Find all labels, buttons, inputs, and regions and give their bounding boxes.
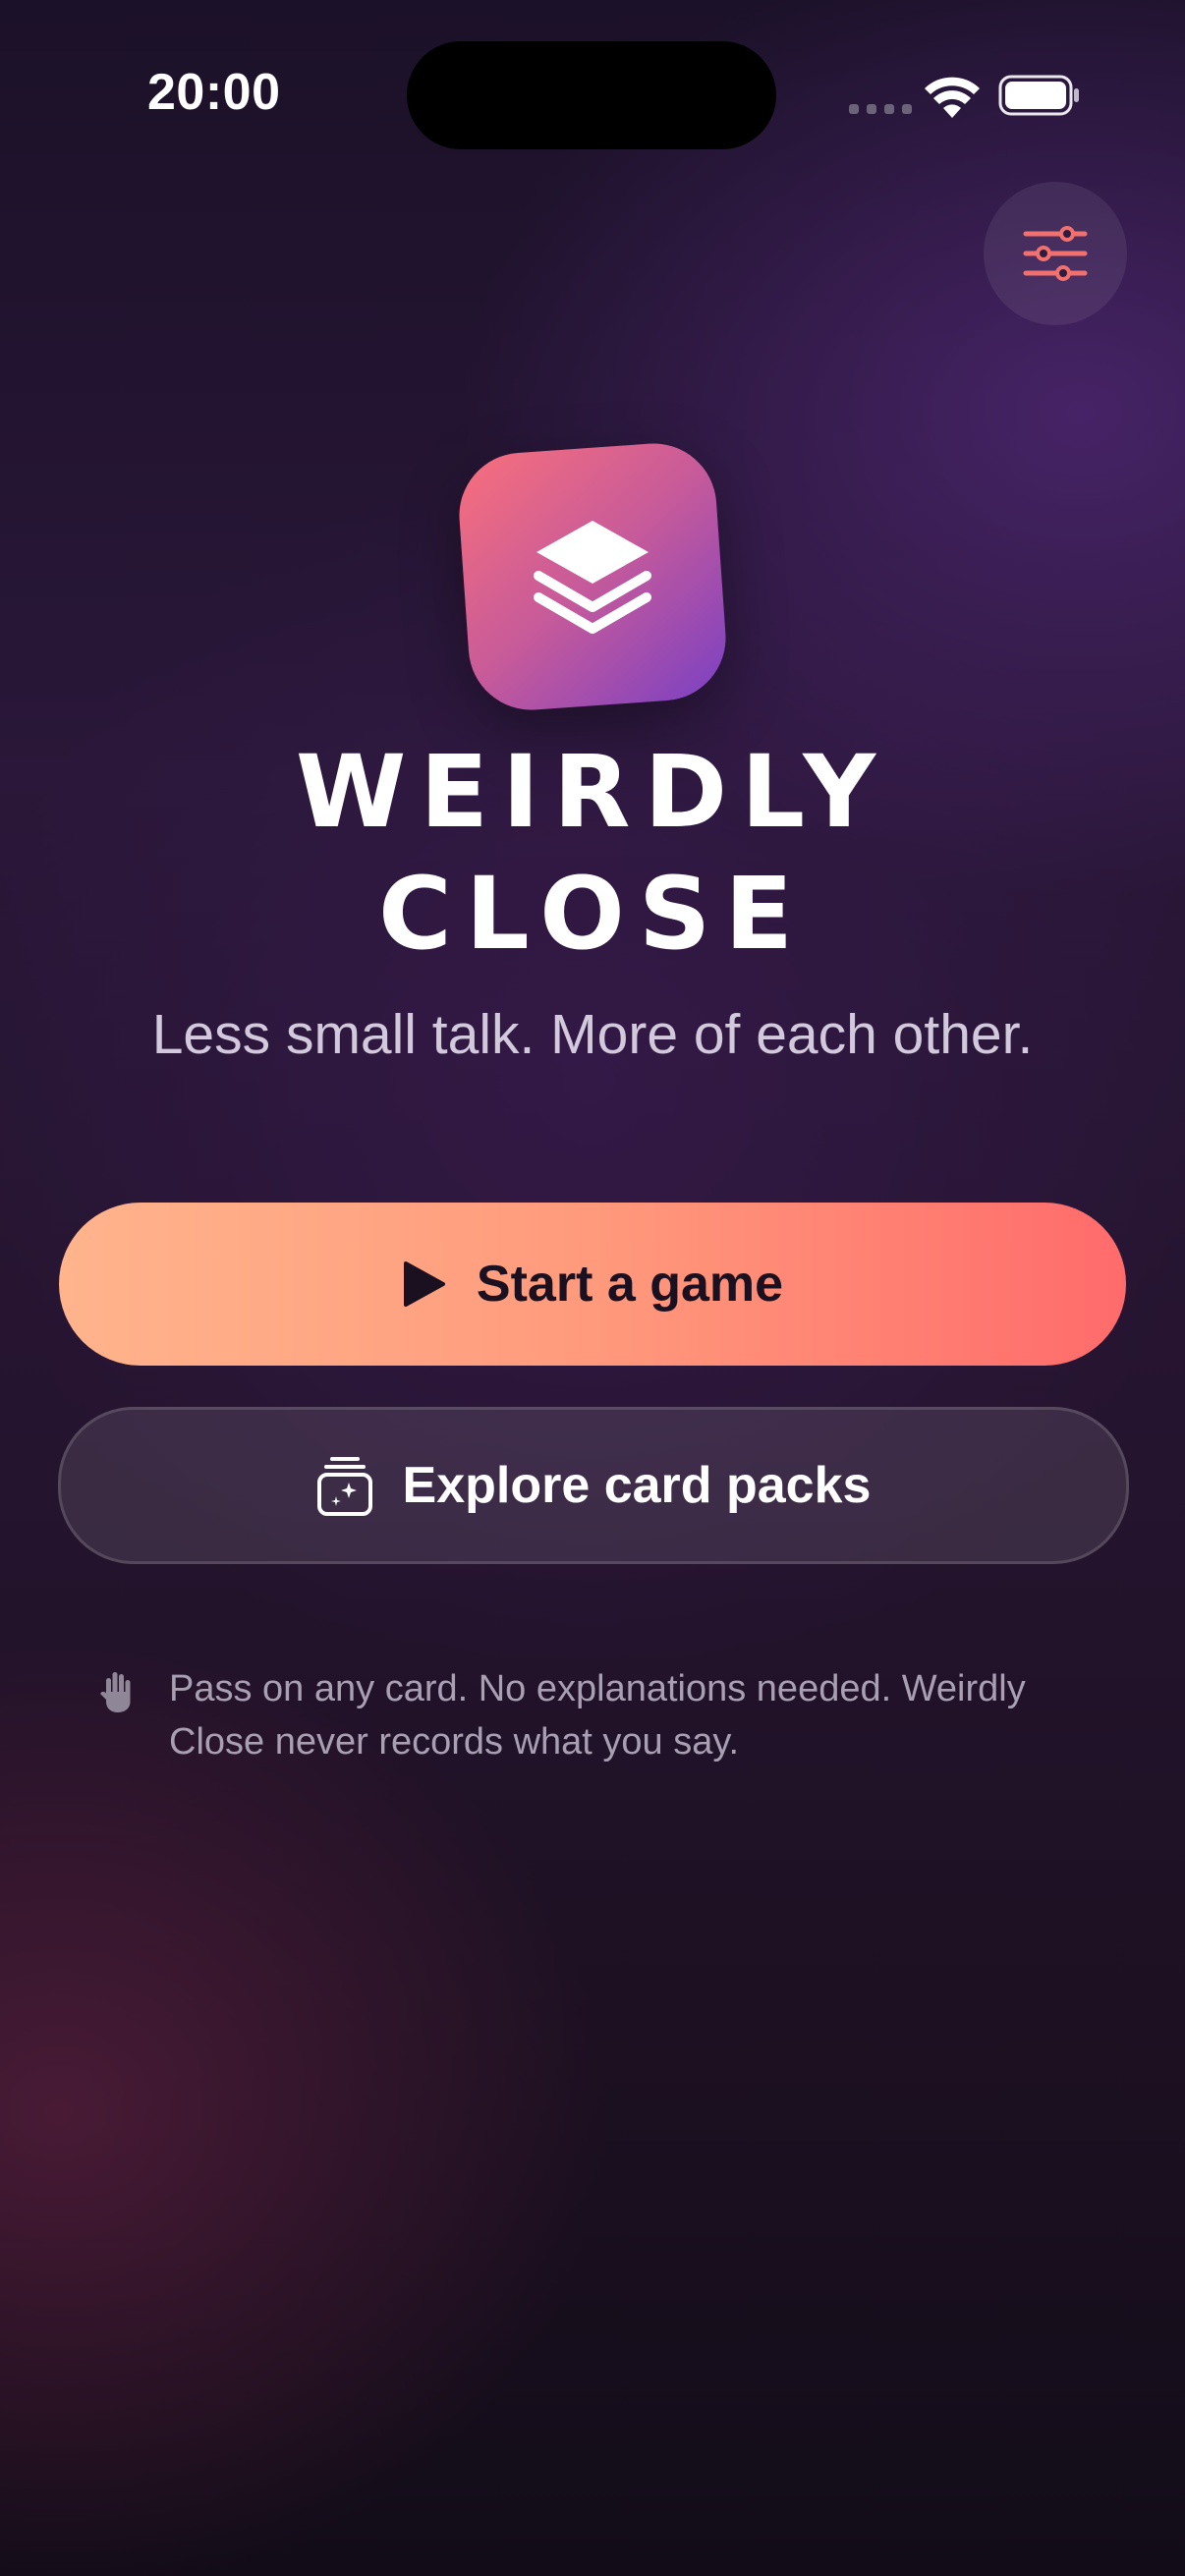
start-game-button[interactable]: Start a game: [59, 1203, 1126, 1366]
explore-card-packs-button[interactable]: Explore card packs: [58, 1407, 1129, 1564]
privacy-note: Pass on any card. No explanations needed…: [169, 1668, 1026, 1763]
start-game-label: Start a game: [476, 1256, 784, 1313]
play-icon: [403, 1261, 445, 1307]
status-time: 20:00: [147, 64, 281, 121]
card-packs-icon: [316, 1457, 372, 1516]
sliders-icon: [1023, 226, 1088, 281]
explore-card-packs-label: Explore card packs: [402, 1457, 872, 1514]
app-title-line-1: WEIRDLY: [295, 734, 890, 851]
tagline: Less small talk. More of each other.: [151, 1003, 1034, 1066]
stacked-layers-icon: [534, 521, 651, 634]
dynamic-island: [407, 41, 776, 149]
settings-button[interactable]: [984, 182, 1127, 325]
battery-icon: [998, 75, 1079, 116]
cellular-signal-icon: [849, 104, 912, 114]
wifi-icon: [925, 77, 980, 118]
app-title-line-2: CLOSE: [377, 856, 808, 973]
hand-raised-icon: [100, 1672, 131, 1712]
